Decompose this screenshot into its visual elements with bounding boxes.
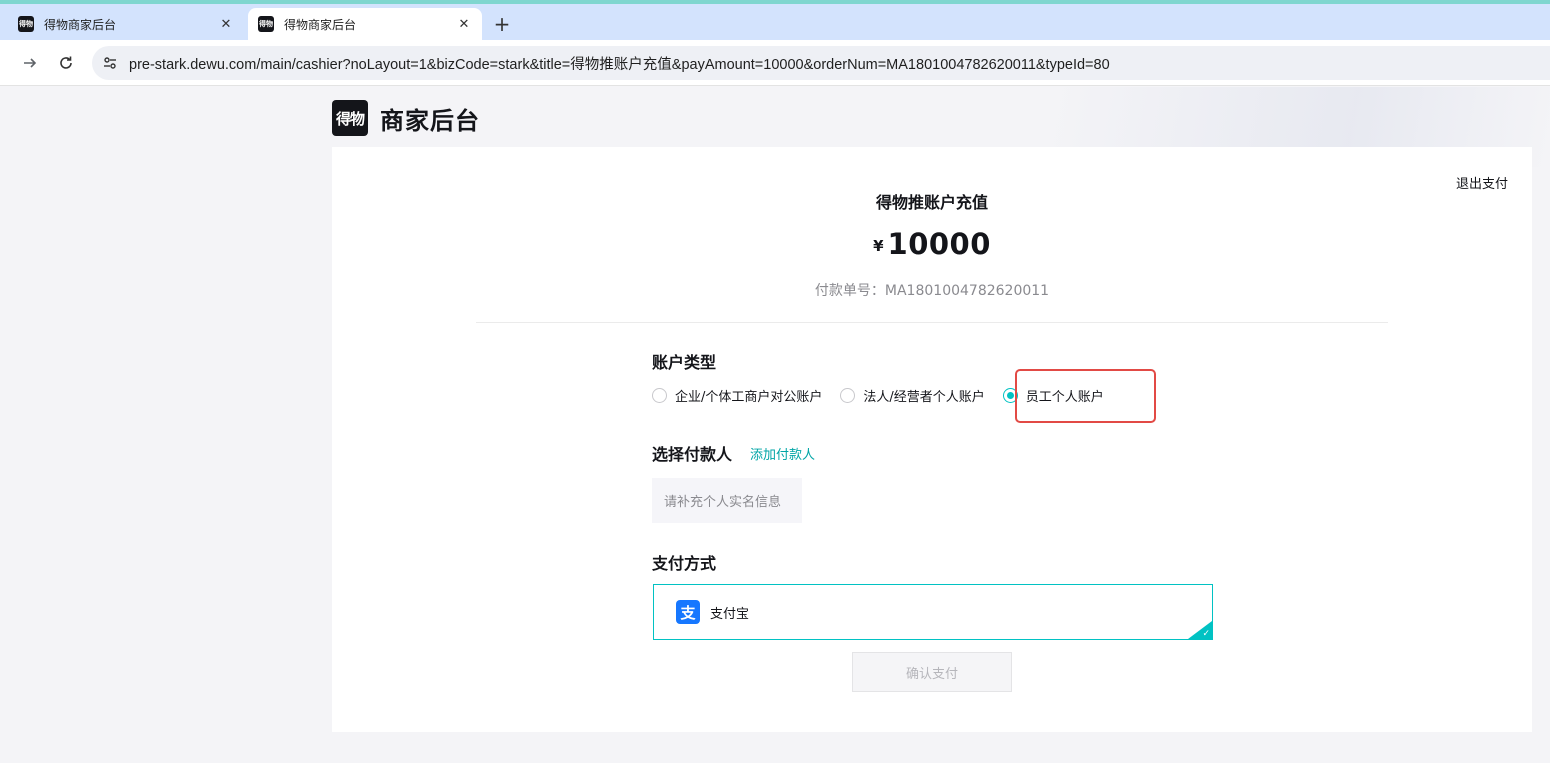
order-number: 付款单号：MA1801004782620011 bbox=[814, 283, 1050, 299]
logo-text: 商家后台 bbox=[380, 106, 480, 135]
account-type-option-legal-person[interactable]: 法人/经营者个人账户 bbox=[840, 386, 985, 405]
payment-option-alipay[interactable]: 支 支付宝 ✓ bbox=[653, 584, 1213, 640]
payer-info-field[interactable]: 请补充个人实名信息 bbox=[652, 478, 802, 523]
payment-title: 得物推账户充值 bbox=[875, 193, 988, 212]
account-type-label: 账户类型 bbox=[652, 353, 717, 372]
amount-value: 10000 bbox=[887, 227, 991, 261]
select-payer-label: 选择付款人 bbox=[652, 445, 733, 464]
dewu-favicon-icon: 得物 bbox=[18, 16, 34, 32]
payment-method-label: 支付方式 bbox=[652, 554, 717, 573]
account-type-option-corporate[interactable]: 企业/个体工商户对公账户 bbox=[652, 386, 822, 405]
url-text[interactable]: pre-stark.dewu.com/main/cashier?noLayout… bbox=[129, 53, 1110, 74]
browser-toolbar: pre-stark.dewu.com/main/cashier?noLayout… bbox=[0, 40, 1550, 86]
page-content: 得物 商家后台 退出支付 得物推账户充值 ¥10000 付款单号：MA18010… bbox=[0, 87, 1550, 763]
reload-icon bbox=[60, 56, 72, 69]
close-icon[interactable]: ✕ bbox=[456, 16, 472, 32]
radio-button[interactable] bbox=[652, 387, 667, 403]
close-icon[interactable]: ✕ bbox=[218, 16, 234, 32]
brand-logo: 得物 商家后台 bbox=[332, 100, 480, 136]
forward-arrow-icon bbox=[24, 58, 37, 68]
payment-option-name: 支付宝 bbox=[710, 606, 750, 622]
reload-icon[interactable] bbox=[54, 51, 78, 75]
site-settings-icon[interactable] bbox=[94, 46, 126, 80]
currency-symbol: ¥ bbox=[873, 237, 884, 255]
browser-tab-strip: 得物 得物商家后台 ✕ 得物 得物商家后台 ✕ + bbox=[0, 4, 1550, 40]
radio-label: 法人/经营者个人账户 bbox=[863, 389, 985, 405]
radio-button[interactable] bbox=[840, 387, 856, 403]
new-tab-button[interactable]: + bbox=[490, 12, 514, 36]
site-settings-icon bbox=[104, 57, 116, 69]
forward-arrow-icon[interactable] bbox=[18, 51, 42, 75]
browser-tab-2[interactable]: 得物 得物商家后台 ✕ bbox=[248, 8, 482, 40]
browser-tab-1[interactable]: 得物 得物商家后台 ✕ bbox=[8, 8, 244, 40]
tab-title: 得物商家后台 bbox=[284, 17, 357, 32]
address-bar[interactable]: pre-stark.dewu.com/main/cashier?noLayout… bbox=[92, 46, 1550, 80]
dewu-logo-icon: 得物 bbox=[332, 100, 368, 136]
dewu-favicon-icon: 得物 bbox=[258, 16, 274, 32]
alipay-icon: 支 bbox=[676, 600, 700, 624]
cashier-card: 退出支付 得物推账户充值 ¥10000 付款单号：MA1801004782620… bbox=[332, 147, 1532, 732]
radio-label: 企业/个体工商户对公账户 bbox=[675, 389, 823, 405]
divider bbox=[476, 322, 1388, 323]
highlight-annotation-box bbox=[1015, 369, 1156, 423]
confirm-payment-button[interactable]: 确认支付 bbox=[852, 652, 1012, 692]
tab-title: 得物商家后台 bbox=[44, 17, 117, 32]
add-payer-link[interactable]: 添加付款人 bbox=[750, 444, 815, 463]
check-icon: ✓ bbox=[1202, 629, 1210, 639]
payment-amount: ¥10000 bbox=[332, 227, 1532, 261]
